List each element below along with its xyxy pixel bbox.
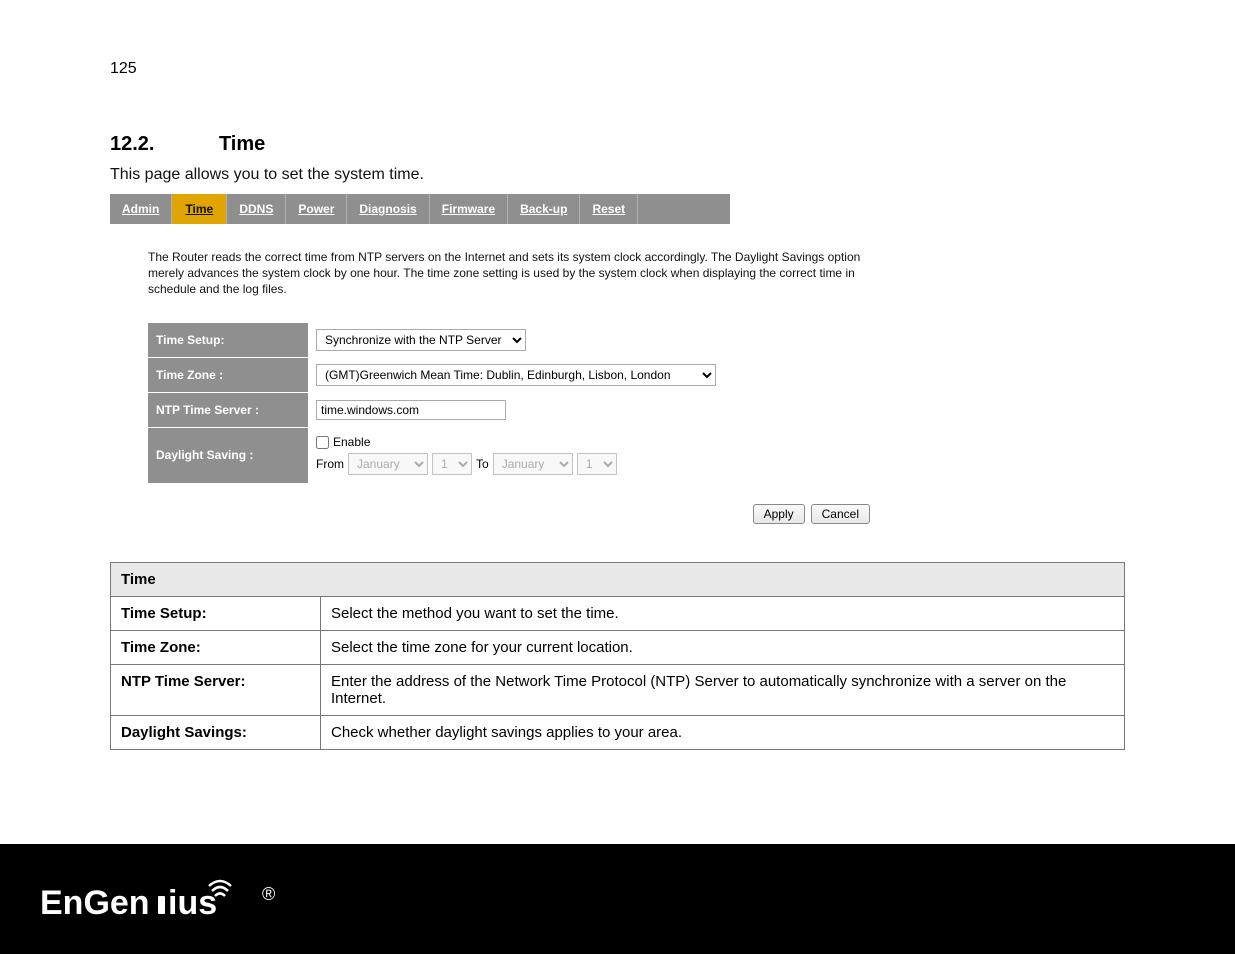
daylight-from-month[interactable]: January (348, 453, 428, 475)
daylight-to-month[interactable]: January (493, 453, 573, 475)
ntp-server-input[interactable] (316, 400, 506, 420)
desc-row-text: Select the method you want to set the ti… (321, 596, 1125, 630)
svg-text:EnGen: EnGen (40, 884, 150, 922)
tab-back-up[interactable]: Back-up (508, 194, 580, 224)
settings-table: Time Setup: Synchronize with the NTP Ser… (148, 323, 870, 484)
tab-diagnosis[interactable]: Diagnosis (347, 194, 429, 224)
desc-row-text: Enter the address of the Network Time Pr… (321, 664, 1125, 715)
row-label-daylight: Daylight Saving : (148, 427, 308, 483)
tab-time[interactable]: Time (172, 194, 227, 224)
section-intro: This page allows you to set the system t… (110, 166, 1125, 184)
section-number: 12.2. (110, 133, 154, 156)
daylight-to-day[interactable]: 1 (577, 453, 617, 475)
daylight-enable-label: Enable (333, 435, 370, 449)
cancel-button[interactable]: Cancel (811, 504, 870, 524)
tab-reset[interactable]: Reset (580, 194, 638, 224)
row-label-time-setup: Time Setup: (148, 323, 308, 358)
apply-button[interactable]: Apply (753, 504, 805, 524)
desc-row-text: Check whether daylight savings applies t… (321, 715, 1125, 749)
desc-row-label: Time Setup: (111, 596, 321, 630)
page-number: 125 (110, 60, 1125, 78)
daylight-enable-checkbox[interactable] (316, 436, 329, 449)
svg-text:ius: ius (168, 884, 217, 922)
time-zone-select[interactable]: (GMT)Greenwich Mean Time: Dublin, Edinbu… (316, 364, 716, 386)
svg-text:®: ® (262, 884, 275, 904)
tab-power[interactable]: Power (286, 194, 347, 224)
footer: EnGen ius ® (0, 844, 1235, 954)
daylight-from-label: From (316, 457, 344, 471)
tabbar: Admin Time DDNS Power Diagnosis Firmware… (110, 194, 730, 224)
desc-row-label: Time Zone: (111, 630, 321, 664)
daylight-from-day[interactable]: 1 (432, 453, 472, 475)
section-heading: 12.2. Time (110, 133, 1125, 156)
description-table: Time Time Setup: Select the method you w… (110, 562, 1125, 750)
row-label-time-zone: Time Zone : (148, 357, 308, 392)
desc-row-label: Daylight Savings: (111, 715, 321, 749)
brand-logo: EnGen ius ® (40, 872, 290, 927)
section-title: Time (219, 133, 265, 156)
time-setup-select[interactable]: Synchronize with the NTP Server (316, 329, 526, 351)
button-row: Apply Cancel (250, 504, 870, 524)
daylight-to-label: To (476, 457, 489, 471)
desc-table-header: Time (111, 562, 1125, 596)
desc-row-text: Select the time zone for your current lo… (321, 630, 1125, 664)
desc-row-label: NTP Time Server: (111, 664, 321, 715)
tab-admin[interactable]: Admin (110, 194, 172, 224)
tab-ddns[interactable]: DDNS (227, 194, 286, 224)
tab-firmware[interactable]: Firmware (430, 194, 508, 224)
row-label-ntp-server: NTP Time Server : (148, 392, 308, 427)
explain-text: The Router reads the correct time from N… (148, 249, 888, 298)
